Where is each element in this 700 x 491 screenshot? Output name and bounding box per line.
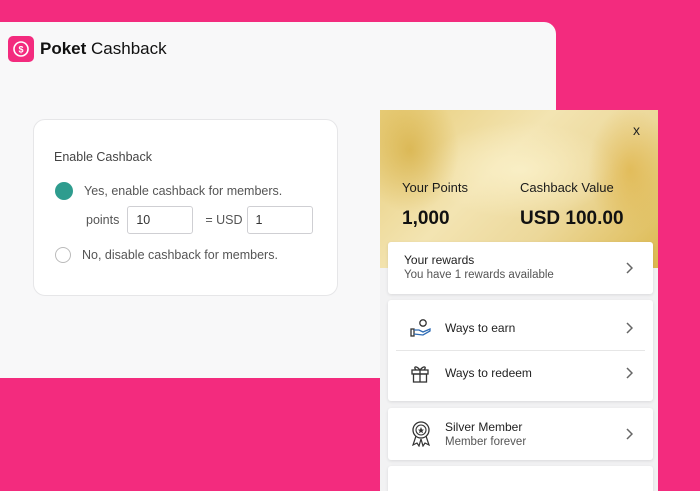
rewards-widget: x Your Points Cashback Value 1,000 USD 1… bbox=[380, 110, 658, 491]
rewards-title: Your rewards bbox=[404, 253, 475, 267]
gift-icon bbox=[411, 366, 429, 383]
chevron-right-icon bbox=[626, 322, 633, 334]
brand: $ Poket Cashback bbox=[8, 36, 167, 62]
ways-to-redeem-row[interactable]: Ways to redeem bbox=[388, 351, 653, 395]
chevron-right-icon bbox=[626, 262, 633, 274]
chevron-right-icon bbox=[626, 367, 633, 379]
usd-input[interactable] bbox=[246, 206, 313, 234]
cashback-value: USD 100.00 bbox=[520, 208, 624, 229]
option-disable[interactable]: No, disable cashback for members. bbox=[55, 247, 278, 263]
ways-to-earn-row[interactable]: Ways to earn bbox=[388, 306, 653, 350]
medal-icon bbox=[411, 421, 431, 447]
brand-name: Poket Cashback bbox=[40, 39, 167, 59]
equals-usd-label: = USD bbox=[205, 213, 243, 227]
ways-to-earn-label: Ways to earn bbox=[445, 321, 516, 335]
earn-redeem-panel: Ways to earn Ways to redeem bbox=[388, 300, 653, 401]
points-label: points bbox=[86, 213, 120, 227]
cashback-value-label: Cashback Value bbox=[520, 180, 614, 195]
enable-radio[interactable] bbox=[55, 182, 73, 200]
tier-subtitle: Member forever bbox=[445, 436, 527, 448]
points-value: 1,000 bbox=[402, 208, 450, 229]
rewards-subtitle: You have 1 rewards available bbox=[404, 269, 554, 281]
membership-panel[interactable]: Silver Member Member forever bbox=[388, 408, 653, 460]
svg-text:$: $ bbox=[18, 45, 23, 55]
points-label: Your Points bbox=[402, 180, 469, 195]
option-enable-label: Yes, enable cashback for members. bbox=[84, 184, 283, 198]
hand-coin-icon bbox=[410, 319, 431, 337]
cashback-settings-card: Enable Cashback Yes, enable cashback for… bbox=[33, 119, 338, 296]
close-button[interactable]: x bbox=[633, 122, 640, 138]
your-rewards-panel[interactable]: Your rewards You have 1 rewards availabl… bbox=[388, 242, 653, 294]
brand-name-bold: Poket bbox=[40, 39, 87, 58]
brand-name-regular: Cashback bbox=[86, 39, 167, 58]
conversion-rate: points = USD bbox=[86, 206, 313, 234]
option-disable-label: No, disable cashback for members. bbox=[82, 248, 278, 262]
points-input[interactable] bbox=[127, 206, 194, 234]
card-title: Enable Cashback bbox=[54, 150, 152, 164]
chevron-right-icon bbox=[626, 428, 633, 440]
more-panel bbox=[388, 466, 653, 491]
option-enable[interactable]: Yes, enable cashback for members. bbox=[55, 182, 282, 200]
tier-title: Silver Member bbox=[445, 420, 523, 434]
ways-to-redeem-label: Ways to redeem bbox=[445, 366, 532, 380]
coin-logo-icon: $ bbox=[8, 36, 34, 62]
disable-radio[interactable] bbox=[55, 247, 71, 263]
